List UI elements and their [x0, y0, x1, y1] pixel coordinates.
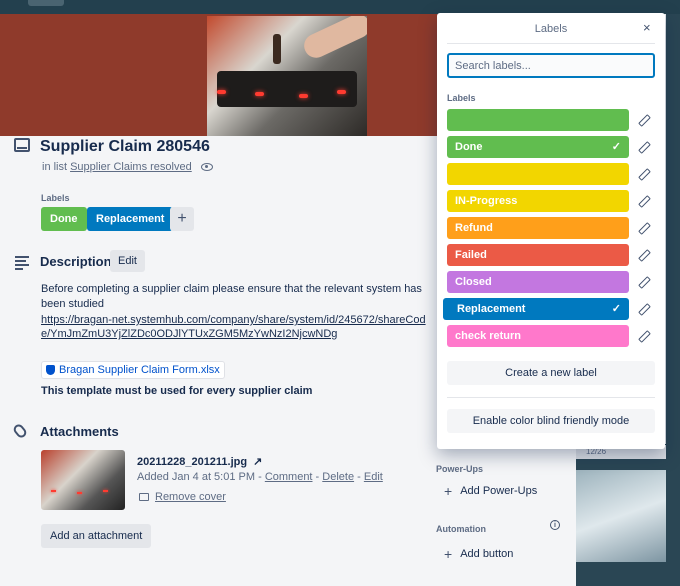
- label-option-name: check return: [455, 330, 522, 342]
- pencil-icon[interactable]: [639, 304, 649, 314]
- pencil-icon[interactable]: [639, 142, 649, 152]
- attachment-delete-link[interactable]: Delete: [322, 471, 354, 483]
- powerups-heading: Power-Ups: [436, 464, 484, 474]
- label-option-failed[interactable]: Failed: [447, 244, 629, 266]
- label-option-name: Closed: [455, 276, 492, 288]
- cover-image-bottle: [273, 34, 281, 64]
- attachment-meta: Added Jan 4 at 5:01 PM - Comment - Delet…: [137, 471, 383, 483]
- board-header-button[interactable]: [28, 0, 64, 6]
- remove-cover-row[interactable]: Remove cover: [139, 491, 226, 503]
- cover-image-led: [255, 92, 264, 96]
- label-option-name: Refund: [455, 222, 493, 234]
- colorblind-mode-button[interactable]: Enable color blind friendly mode: [447, 409, 655, 433]
- label-option-closed[interactable]: Closed: [447, 271, 629, 293]
- description-link[interactable]: https://bragan-net.systemhub.com/company…: [41, 313, 426, 341]
- label-option-name: Replacement: [457, 303, 526, 315]
- label-option-name: Failed: [455, 249, 487, 261]
- close-icon[interactable]: ×: [643, 20, 651, 35]
- attachment-name-row: 20211228_201211.jpg ↗: [137, 455, 262, 469]
- attachments-title: Attachments: [40, 424, 119, 439]
- eye-icon[interactable]: [200, 163, 213, 171]
- file-link-text[interactable]: Bragan Supplier Claim Form.xlsx: [59, 364, 220, 376]
- popover-labels-heading: Labels: [447, 93, 476, 103]
- add-powerups-button[interactable]: + Add Power-Ups: [436, 479, 572, 503]
- add-attachment-button[interactable]: Add an attachment: [41, 524, 152, 548]
- cover-image-led: [299, 94, 308, 98]
- divider: [447, 397, 655, 398]
- in-list-prefix: in list: [42, 161, 68, 173]
- background-card-image[interactable]: [576, 470, 666, 562]
- cover-image-led: [217, 90, 226, 94]
- attachment-comment-link[interactable]: Comment: [265, 471, 313, 483]
- description-edit-button[interactable]: Edit: [110, 250, 145, 272]
- check-icon: ✓: [611, 303, 621, 315]
- cover-image-board: [217, 71, 357, 107]
- pencil-icon[interactable]: [639, 196, 649, 206]
- info-icon[interactable]: i: [550, 520, 560, 530]
- plus-icon: +: [444, 483, 453, 499]
- file-shield-icon: [46, 365, 55, 375]
- description-text[interactable]: Before completing a supplier claim pleas…: [41, 282, 426, 312]
- thumb-led: [77, 492, 82, 494]
- attachment-edit-link[interactable]: Edit: [364, 471, 383, 483]
- card-label-done[interactable]: Done: [41, 207, 87, 231]
- automation-heading: Automation: [436, 524, 486, 534]
- label-option-replacement[interactable]: Replacement ✓: [443, 298, 629, 320]
- cover-image-arm: [300, 16, 367, 62]
- description-title: Description: [40, 254, 112, 269]
- description-note: This template must be used for every sup…: [41, 385, 313, 397]
- add-button-button[interactable]: + Add button: [436, 542, 572, 566]
- cover-image-led: [337, 90, 346, 94]
- label-option-check-return[interactable]: check return: [447, 325, 629, 347]
- card-label-replacement[interactable]: Replacement: [87, 207, 174, 231]
- add-powerups-label: Add Power-Ups: [460, 485, 538, 497]
- label-option-in-progress[interactable]: IN-Progress: [447, 190, 629, 212]
- list-link[interactable]: Supplier Claims resolved: [70, 161, 192, 173]
- label-option-done[interactable]: Done ✓: [447, 136, 629, 158]
- check-icon: ✓: [611, 141, 621, 153]
- label-option-name: Done: [455, 141, 483, 153]
- add-label-button[interactable]: +: [170, 207, 194, 231]
- separator: -: [312, 471, 323, 483]
- thumb-led: [51, 490, 56, 492]
- description-icon: [15, 256, 29, 270]
- create-label-button[interactable]: Create a new label: [447, 361, 655, 385]
- popover-title: Labels: [534, 23, 568, 35]
- add-button-label: Add button: [460, 548, 514, 560]
- labels-heading: Labels: [41, 193, 70, 203]
- separator: -: [354, 471, 364, 483]
- card-title[interactable]: Supplier Claim 280546: [40, 138, 210, 156]
- label-option-refund[interactable]: Refund: [447, 217, 629, 239]
- description-file-link[interactable]: Bragan Supplier Claim Form.xlsx: [41, 361, 225, 379]
- thumb-led: [103, 490, 108, 492]
- plus-icon: +: [444, 546, 453, 562]
- search-labels-input[interactable]: [447, 53, 655, 78]
- open-external-icon[interactable]: ↗: [253, 455, 262, 468]
- labels-popover: Labels × Labels Done ✓ IN-Progress Refund…: [437, 13, 665, 449]
- pencil-icon[interactable]: [639, 223, 649, 233]
- cover-image[interactable]: [207, 16, 367, 136]
- pencil-icon[interactable]: [639, 115, 649, 125]
- card-cover-icon: [139, 493, 149, 501]
- pencil-icon[interactable]: [639, 277, 649, 287]
- attachment-added: Added Jan 4 at 5:01 PM -: [137, 471, 265, 483]
- card-list-info: in list Supplier Claims resolved: [42, 161, 213, 173]
- divider: [447, 43, 655, 44]
- pencil-icon[interactable]: [639, 250, 649, 260]
- label-option-name: IN-Progress: [455, 195, 518, 207]
- card-title-icon-wrap: [14, 138, 30, 152]
- pencil-icon[interactable]: [639, 169, 649, 179]
- attachment-name[interactable]: 20211228_201211.jpg: [137, 456, 247, 468]
- remove-cover-link[interactable]: Remove cover: [155, 491, 226, 503]
- pencil-icon[interactable]: [639, 331, 649, 341]
- attachment-thumbnail[interactable]: [41, 450, 125, 510]
- label-option-green[interactable]: [447, 109, 629, 131]
- label-option-yellow[interactable]: [447, 163, 629, 185]
- card-icon: [14, 138, 30, 152]
- board-header: [0, 0, 680, 14]
